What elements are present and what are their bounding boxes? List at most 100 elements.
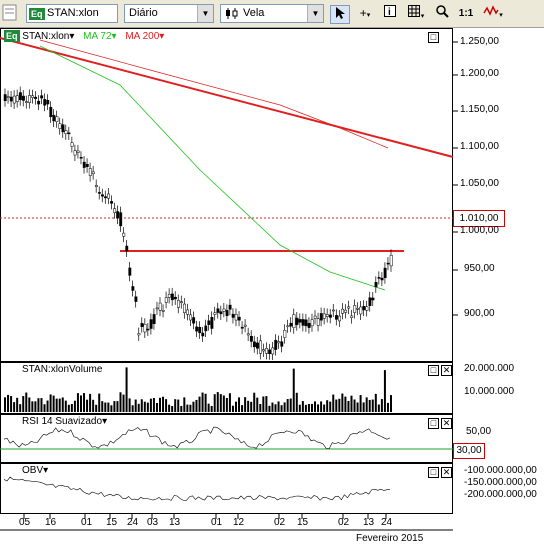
volume-bar: [341, 393, 344, 412]
candle-body: [122, 232, 126, 237]
chevron-down-icon[interactable]: ▼: [197, 5, 213, 22]
chevron-down-icon[interactable]: ▼: [307, 5, 323, 22]
zoom-button[interactable]: [434, 5, 450, 22]
candle-body: [131, 286, 135, 291]
volume-bar: [165, 399, 168, 412]
volume-bar: [101, 401, 104, 412]
chevron-down-icon[interactable]: ▾: [102, 416, 107, 427]
candle-body: [67, 132, 71, 135]
maximize-pane-button[interactable]: □: [428, 32, 439, 43]
volume-bar: [201, 392, 204, 412]
close-icon: ✕: [442, 365, 451, 375]
volume-bar: [43, 404, 46, 412]
candle-body: [286, 325, 290, 328]
x-tick-label: 13: [363, 517, 375, 528]
maximize-pane-button[interactable]: □: [428, 418, 439, 429]
candle-body: [40, 95, 44, 99]
ma72-label[interactable]: MA 72: [83, 31, 111, 42]
volume-bar: [286, 399, 289, 412]
candle-body: [21, 95, 25, 101]
close-pane-button[interactable]: ✕: [441, 418, 452, 429]
chart-toolbar: Eq STAN:xlon Diário ▼ Vela ▼ +▾ i ▾ 1:1 …: [0, 0, 544, 28]
candle-body: [262, 349, 265, 352]
volume-bar: [171, 405, 174, 412]
volume-bar: [37, 398, 40, 412]
pointer-tool-button[interactable]: [330, 5, 350, 24]
chart-type-select[interactable]: Vela ▼: [220, 4, 324, 23]
candle-body: [322, 313, 326, 319]
volume-bar: [113, 401, 116, 412]
equity-icon: Eq: [29, 8, 45, 20]
volume-bar: [222, 395, 225, 412]
chevron-down-icon[interactable]: ▾: [69, 31, 74, 42]
candle-body: [243, 324, 247, 327]
volume-bar: [247, 400, 250, 412]
candle-body: [176, 300, 180, 308]
chart-type-value: Vela: [243, 7, 265, 19]
candle-body: [125, 245, 129, 252]
volume-bar: [177, 399, 180, 412]
volume-bar: [317, 404, 320, 412]
x-tick-label: 16: [45, 517, 57, 528]
candle-body: [192, 317, 196, 324]
candle-body: [362, 306, 366, 311]
zoom-reset-button[interactable]: 1:1: [456, 5, 476, 22]
candle-body: [170, 293, 174, 301]
candle-body: [97, 192, 101, 194]
symbol-input[interactable]: Eq STAN:xlon: [26, 4, 118, 23]
volume-bar: [73, 400, 76, 412]
volume-bar: [298, 404, 301, 412]
candle-body: [49, 106, 53, 118]
volume-bar: [28, 397, 31, 412]
chevron-down-icon: ▾: [499, 12, 503, 19]
volume-bar: [52, 395, 55, 412]
volume-bar: [356, 402, 359, 412]
ma200-label[interactable]: MA 200: [125, 31, 159, 42]
candle-body: [249, 335, 253, 342]
period-value: Diário: [129, 7, 158, 19]
candle-body: [195, 326, 199, 332]
chevron-down-icon[interactable]: ▾: [43, 465, 48, 476]
volume-bar: [225, 398, 228, 412]
candle-body: [371, 297, 375, 301]
candle-body: [15, 95, 19, 102]
toolbar-grip-icon[interactable]: [2, 4, 18, 22]
volume-bar: [359, 395, 362, 412]
candle-body: [344, 309, 348, 313]
info-button[interactable]: i: [382, 5, 398, 22]
volume-bar: [238, 397, 241, 412]
candle-body: [240, 326, 244, 329]
grid-button[interactable]: ▾: [404, 5, 428, 22]
volume-bar: [10, 396, 13, 412]
candle-body: [292, 314, 296, 328]
volume-bar: [344, 396, 347, 412]
close-pane-button[interactable]: ✕: [441, 365, 452, 376]
crosshair-tool-button[interactable]: +▾: [354, 5, 376, 22]
volume-bar: [168, 404, 171, 412]
period-select[interactable]: Diário ▼: [124, 4, 214, 23]
volume-bar: [146, 402, 149, 412]
close-pane-button[interactable]: ✕: [441, 467, 452, 478]
candle-body: [134, 296, 138, 302]
candle-body: [58, 123, 62, 129]
indicators-button[interactable]: ▾: [480, 5, 506, 22]
chevron-down-icon: ▾: [111, 31, 117, 42]
candle-body: [43, 99, 47, 106]
candle-body: [383, 267, 387, 279]
maximize-pane-button[interactable]: □: [428, 365, 439, 376]
candle-body: [319, 313, 323, 321]
candle-body: [143, 323, 147, 333]
candle-body: [219, 311, 223, 315]
candle-body: [104, 196, 107, 199]
y-tick-label: 1.000,00: [460, 225, 499, 236]
volume-bar: [241, 405, 244, 412]
volume-bar: [244, 397, 247, 412]
candle-body: [183, 303, 186, 314]
maximize-pane-button[interactable]: □: [428, 467, 439, 478]
volume-bar: [289, 398, 292, 412]
volume-bar: [335, 399, 338, 412]
volume-bar: [119, 392, 122, 412]
y-tick-label: 1.150,00: [460, 104, 499, 115]
y-tick-label: 900,00: [464, 308, 495, 319]
volume-bar: [268, 405, 271, 412]
